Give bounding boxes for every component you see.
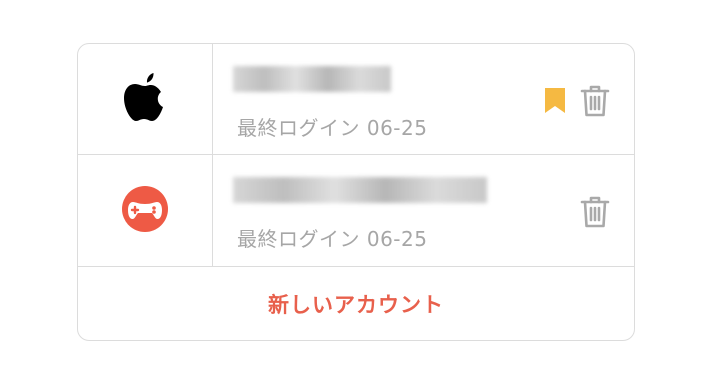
account-switcher-card: xxxxxxxx 最終ログイン 06-25	[77, 43, 635, 341]
gamepad-logo-icon	[121, 185, 169, 237]
apple-logo-icon	[123, 71, 167, 127]
account-actions	[580, 195, 610, 233]
new-account-button[interactable]: 新しいアカウント	[78, 267, 634, 340]
account-name-blurred: xxxxxxxxxxxxxx	[233, 177, 487, 203]
account-provider-cell	[78, 155, 213, 266]
account-actions	[544, 84, 610, 122]
account-provider-cell	[78, 44, 213, 154]
last-login-label: 最終ログイン 06-25	[237, 116, 428, 140]
account-row-apple[interactable]: xxxxxxxx 最終ログイン 06-25	[78, 44, 634, 155]
trash-icon[interactable]	[580, 84, 610, 122]
account-name-blurred: xxxxxxxx	[233, 66, 391, 92]
trash-icon[interactable]	[580, 195, 610, 233]
bookmark-icon[interactable]	[544, 87, 566, 119]
account-info: xxxxxxxxxxxxxx 最終ログイン 06-25	[213, 155, 634, 266]
account-info: xxxxxxxx 最終ログイン 06-25	[213, 44, 634, 154]
account-row-game[interactable]: xxxxxxxxxxxxxx 最終ログイン 06-25	[78, 155, 634, 267]
last-login-label: 最終ログイン 06-25	[237, 227, 428, 251]
